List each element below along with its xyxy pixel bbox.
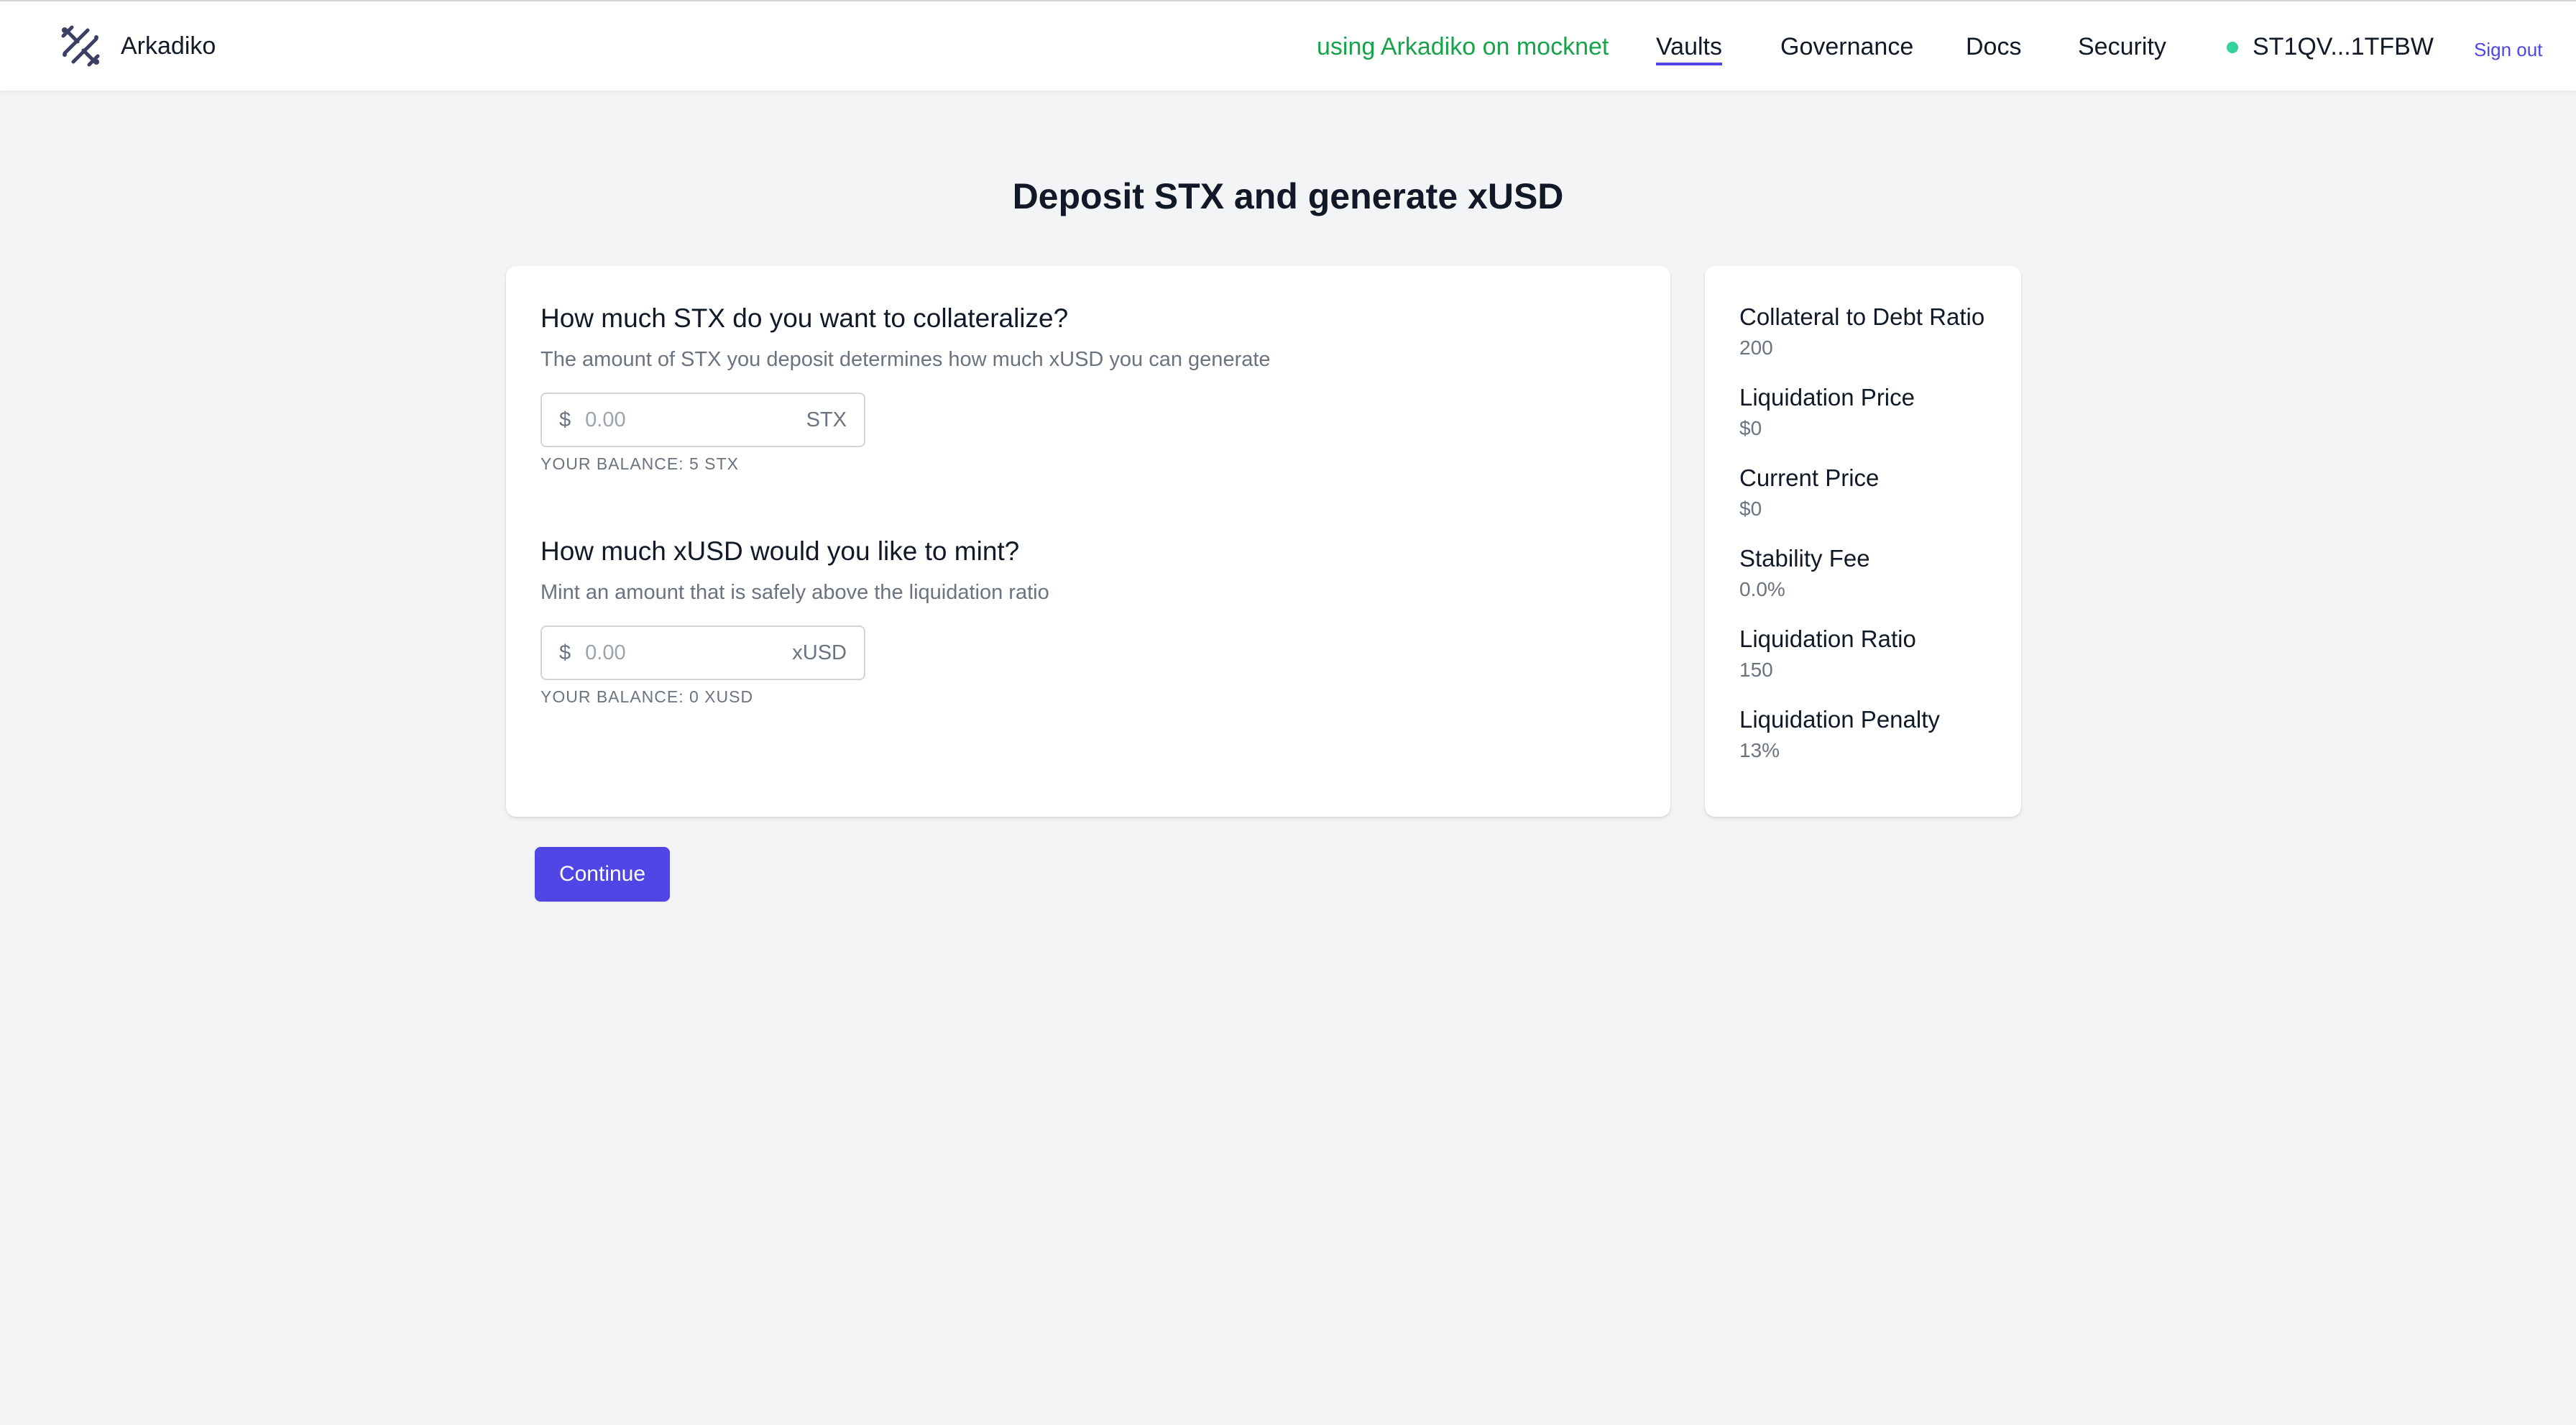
mint-amount-field[interactable]: $ xUSD xyxy=(540,626,865,680)
stat-label: Current Price xyxy=(1739,464,1880,491)
currency-prefix: $ xyxy=(559,408,571,431)
nav-link-security[interactable]: Security xyxy=(2078,33,2166,61)
top-navbar: Arkadiko using Arkadiko on mocknet Vault… xyxy=(0,0,2576,91)
collateral-balance: YOUR BALANCE: 5 STX xyxy=(540,454,739,473)
continue-button[interactable]: Continue xyxy=(535,847,670,902)
stat-liquidation-penalty: Liquidation Penalty 13% xyxy=(1739,706,1940,762)
mint-subtext: Mint an amount that is safely above the … xyxy=(540,581,1049,604)
page-title: Deposit STX and generate xUSD xyxy=(1012,176,1564,216)
collateral-amount-input[interactable] xyxy=(584,407,786,433)
nav-link-governance[interactable]: Governance xyxy=(1780,33,1913,61)
brand[interactable]: Arkadiko xyxy=(59,24,216,68)
stat-value: $0 xyxy=(1739,417,1762,439)
stat-collateral-to-debt-ratio: Collateral to Debt Ratio 200 xyxy=(1739,303,1984,359)
status-dot-icon xyxy=(2227,41,2238,53)
wallet-address-text: ST1QV...1TFBW xyxy=(2253,33,2434,60)
mint-heading: How much xUSD would you like to mint? xyxy=(540,536,1020,566)
collateral-unit: STX xyxy=(806,408,847,431)
stat-label: Liquidation Penalty xyxy=(1739,706,1940,733)
nav-link-vaults[interactable]: Vaults xyxy=(1656,33,1722,65)
mint-balance: YOUR BALANCE: 0 XUSD xyxy=(540,687,754,706)
stat-value: 0.0% xyxy=(1739,578,1785,600)
collateral-subtext: The amount of STX you deposit determines… xyxy=(540,348,1271,371)
stat-label: Collateral to Debt Ratio xyxy=(1739,303,1985,330)
stat-liquidation-ratio: Liquidation Ratio 150 xyxy=(1739,626,1916,682)
stat-current-price: Current Price $0 xyxy=(1739,464,1879,521)
nav-link-docs[interactable]: Docs xyxy=(1966,33,2021,61)
stat-value: $0 xyxy=(1739,498,1762,520)
deposit-form-card: How much STX do you want to collateraliz… xyxy=(506,266,1670,817)
network-indicator: using Arkadiko on mocknet xyxy=(1317,33,1609,60)
wallet-address[interactable]: ST1QV...1TFBW xyxy=(2227,33,2434,61)
stat-label: Liquidation Price xyxy=(1739,384,1915,411)
stat-value: 13% xyxy=(1739,739,1780,761)
vault-stats-card: Collateral to Debt Ratio 200 Liquidation… xyxy=(1705,266,2021,817)
currency-prefix: $ xyxy=(559,641,571,664)
mint-unit: xUSD xyxy=(792,641,847,664)
stat-liquidation-price: Liquidation Price $0 xyxy=(1739,384,1915,440)
collateral-amount-field[interactable]: $ STX xyxy=(540,393,865,447)
stat-label: Stability Fee xyxy=(1739,545,1870,572)
stat-label: Liquidation Ratio xyxy=(1739,626,1916,652)
mint-amount-input[interactable] xyxy=(584,640,786,666)
stat-stability-fee: Stability Fee 0.0% xyxy=(1739,545,1870,601)
brand-name: Arkadiko xyxy=(121,32,216,60)
sign-out-link[interactable]: Sign out xyxy=(2474,39,2542,61)
stat-value: 200 xyxy=(1739,336,1773,359)
stat-value: 150 xyxy=(1739,659,1773,681)
arkadiko-logo-icon xyxy=(59,24,102,68)
collateral-heading: How much STX do you want to collateraliz… xyxy=(540,303,1069,333)
